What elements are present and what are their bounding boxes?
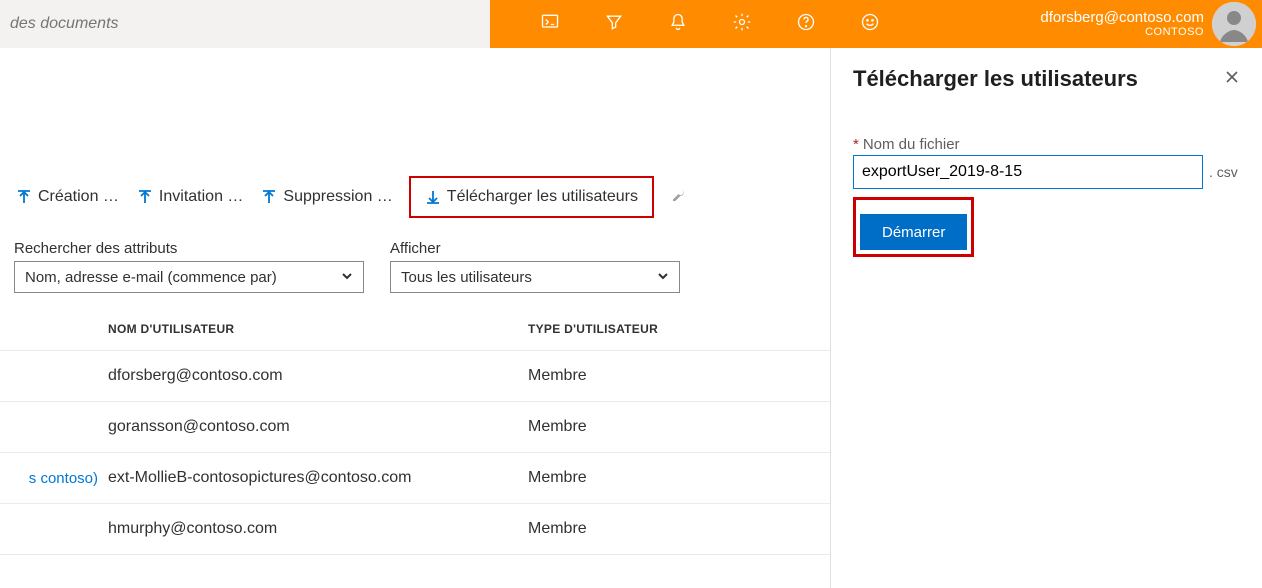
settings-icon[interactable]	[732, 12, 752, 37]
feedback-icon[interactable]	[860, 12, 880, 37]
row-lead: s contoso)	[0, 470, 108, 487]
file-extension: . csv	[1209, 164, 1238, 180]
cell-username: hmurphy@contoso.com	[108, 520, 528, 538]
invite-label: Invitation …	[159, 188, 243, 206]
col-header-username: NOM D'UTILISATEUR	[108, 322, 528, 336]
reset-password-button[interactable]	[668, 182, 690, 213]
search-attributes-selected: Nom, adresse e-mail (commence par)	[25, 269, 277, 286]
create-label: Création …	[38, 188, 119, 206]
account-tenant: CONTOSO	[1040, 26, 1204, 39]
search-attributes-dropdown[interactable]: Nom, adresse e-mail (commence par)	[14, 261, 364, 293]
chevron-down-icon	[657, 269, 669, 286]
cell-username: dforsberg@contoso.com	[108, 367, 528, 385]
panel-title: Télécharger les utilisateurs	[853, 66, 1138, 92]
top-header: dforsberg@contoso.com CONTOSO	[0, 0, 1262, 48]
search-attributes-label: Rechercher des attributs	[14, 240, 364, 257]
delete-label: Suppression …	[283, 188, 392, 206]
start-button-highlight: Démarrer	[853, 197, 974, 257]
download-users-button[interactable]: Télécharger les utilisateurs	[409, 176, 654, 218]
show-selected: Tous les utilisateurs	[401, 269, 532, 286]
cell-type: Membre	[528, 520, 728, 538]
cell-username: ext-MollieB-contosopictures@contoso.com	[108, 469, 528, 487]
filename-input[interactable]	[853, 155, 1203, 189]
global-search-input[interactable]	[0, 0, 490, 48]
cell-username: goransson@contoso.com	[108, 418, 528, 436]
filter-icon[interactable]	[604, 12, 624, 37]
close-icon[interactable]	[1224, 69, 1240, 90]
show-group: Afficher Tous les utilisateurs	[390, 240, 680, 293]
filename-field: *Nom du fichier . csv Démarrer	[853, 136, 1240, 257]
filter-row: Rechercher des attributs Nom, adresse e-…	[14, 240, 680, 293]
cell-type: Membre	[528, 469, 728, 487]
help-icon[interactable]	[796, 12, 816, 37]
create-button[interactable]: Création …	[14, 184, 121, 210]
notifications-icon[interactable]	[668, 12, 688, 37]
col-header-type: TYPE D'UTILISATEUR	[528, 322, 728, 336]
avatar[interactable]	[1212, 2, 1256, 46]
chevron-down-icon	[341, 269, 353, 286]
search-attributes-group: Rechercher des attributs Nom, adresse e-…	[14, 240, 364, 293]
show-label: Afficher	[390, 240, 680, 257]
invite-button[interactable]: Invitation …	[135, 184, 245, 210]
account-email: dforsberg@contoso.com	[1040, 9, 1204, 26]
cell-type: Membre	[528, 367, 728, 385]
cloud-shell-icon[interactable]	[540, 12, 560, 37]
delete-button[interactable]: Suppression …	[259, 184, 394, 210]
show-dropdown[interactable]: Tous les utilisateurs	[390, 261, 680, 293]
download-label: Télécharger les utilisateurs	[447, 188, 638, 206]
key-icon	[670, 186, 688, 209]
command-toolbar: Création … Invitation … Suppression … Té…	[14, 176, 690, 218]
download-panel: Télécharger les utilisateurs *Nom du fic…	[830, 48, 1262, 588]
global-search-wrap	[0, 0, 490, 48]
account-block[interactable]: dforsberg@contoso.com CONTOSO	[1040, 2, 1262, 46]
topbar-icon-group	[540, 12, 880, 37]
start-button[interactable]: Démarrer	[860, 214, 967, 250]
cell-type: Membre	[528, 418, 728, 436]
filename-label: *Nom du fichier	[853, 136, 1240, 153]
